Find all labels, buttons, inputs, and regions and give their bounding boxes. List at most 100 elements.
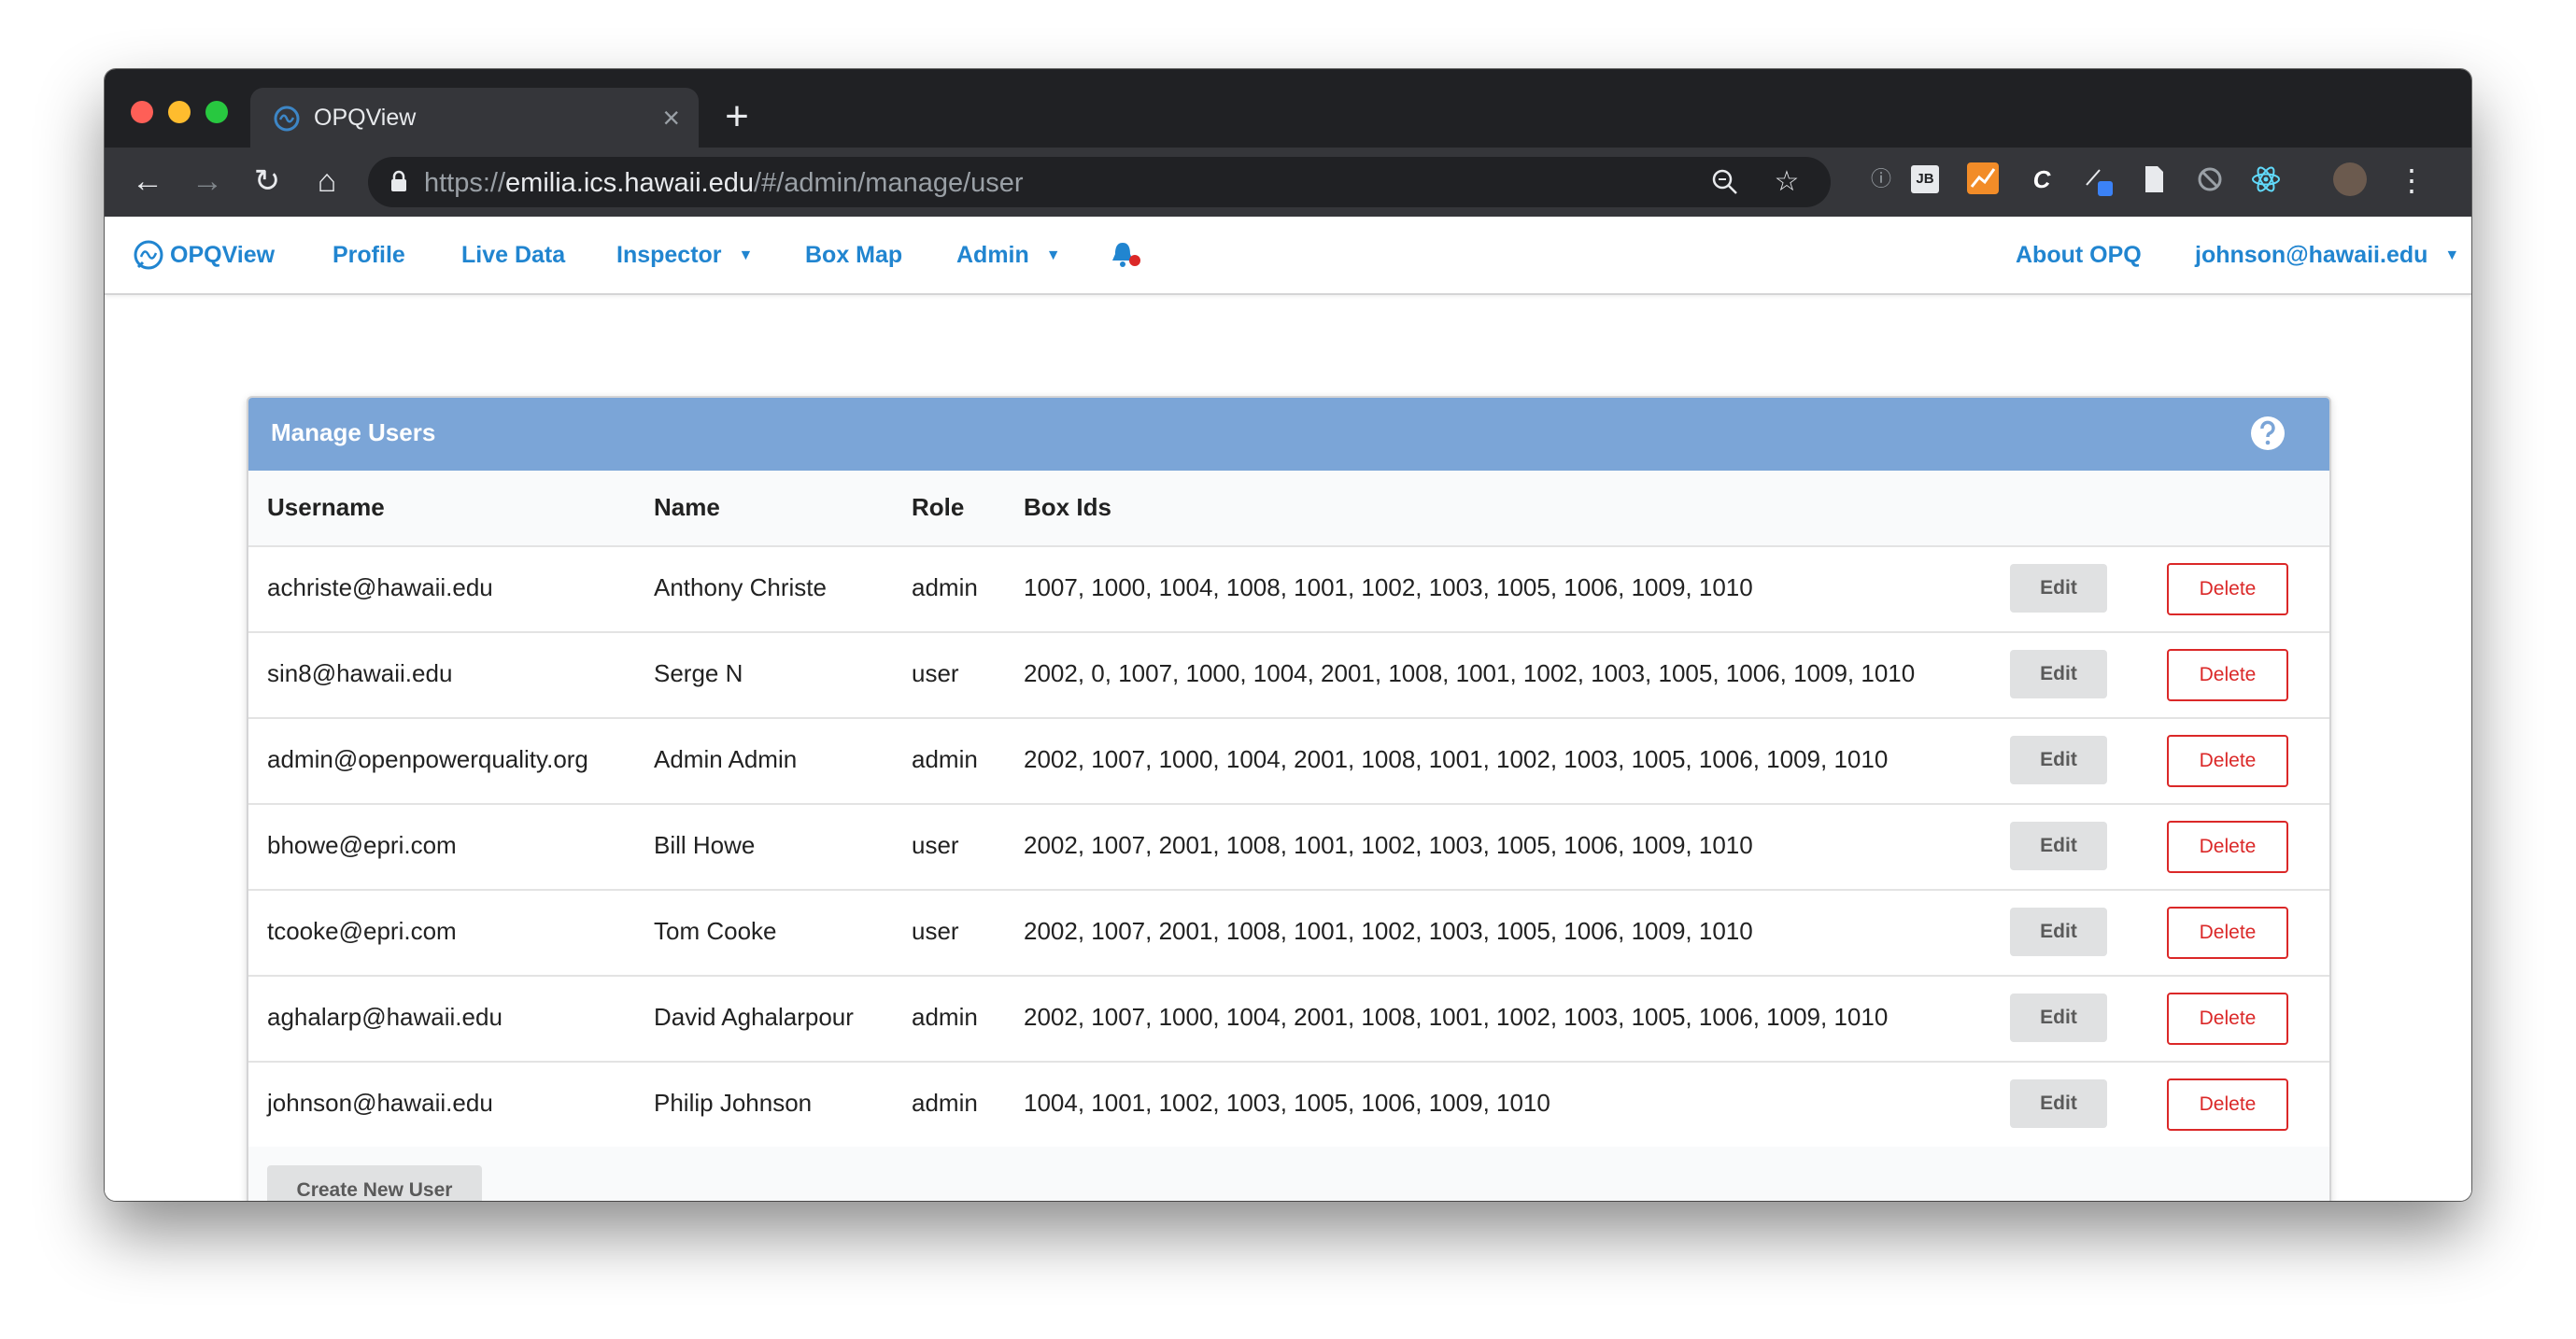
pen-extension-icon[interactable] [2081,162,2115,196]
nav-admin[interactable]: Admin ▼ [956,217,1061,293]
delete-button[interactable]: Delete [2167,907,2288,959]
table-row: johnson@hawaii.edu Philip Johnson admin … [248,1061,2329,1149]
delete-button[interactable]: Delete [2167,649,2288,701]
edit-button[interactable]: Edit [2010,908,2107,956]
table-footer: Create New User [248,1147,2329,1201]
new-tab-button[interactable]: + [712,93,762,144]
home-icon[interactable]: ⌂ [306,161,347,202]
nav-box-map[interactable]: Box Map [805,217,902,293]
username-cell: bhowe@epri.com [267,831,457,859]
window-minimize-button[interactable] [168,101,191,123]
create-new-user-button[interactable]: Create New User [267,1165,482,1201]
name-cell: Bill Howe [654,831,756,859]
edit-button[interactable]: Edit [2010,564,2107,613]
chevron-down-icon: ▼ [738,247,754,263]
username-cell: tcooke@epri.com [267,917,457,945]
top-navbar: OPQView Profile Live Data Inspector ▼ Box… [105,217,2471,295]
edit-button[interactable]: Edit [2010,822,2107,870]
column-header-box-ids: Box Ids [1024,493,1111,521]
lock-icon [391,170,406,191]
table-row: admin@openpowerquality.org Admin Admin a… [248,717,2329,805]
delete-button[interactable]: Delete [2167,993,2288,1045]
chevron-down-icon: ▼ [2444,247,2460,263]
zoom-icon[interactable] [1707,164,1743,200]
role-cell: admin [912,1003,978,1031]
nav-profile[interactable]: Profile [333,217,405,293]
name-cell: Serge N [654,659,743,687]
box-ids-cell: 2002, 1007, 1000, 1004, 2001, 1008, 1001… [1024,1003,1889,1031]
delete-button[interactable]: Delete [2167,735,2288,787]
username-cell: sin8@hawaii.edu [267,659,453,687]
box-ids-cell: 1007, 1000, 1004, 1008, 1001, 1002, 1003… [1024,573,1753,601]
reload-icon[interactable]: ↻ [247,161,288,202]
name-cell: Tom Cooke [654,917,777,945]
bookmark-star-icon[interactable]: ☆ [1769,164,1805,200]
nav-inspector[interactable]: Inspector ▼ [616,217,753,293]
username-cell: achriste@hawaii.edu [267,573,493,601]
role-cell: user [912,831,959,859]
nav-brand[interactable]: OPQView [170,217,275,293]
help-icon[interactable] [2249,415,2286,452]
box-ids-cell: 1004, 1001, 1002, 1003, 1005, 1006, 1009… [1024,1089,1550,1117]
nav-about-opq[interactable]: About OPQ [2016,217,2142,293]
column-header-name: Name [654,493,720,521]
name-cell: Philip Johnson [654,1089,813,1117]
window-maximize-button[interactable] [205,101,228,123]
role-cell: user [912,917,959,945]
opq-favicon-icon [274,106,300,132]
tab-title: OPQView [314,105,417,131]
window-close-button[interactable] [131,101,153,123]
edit-button[interactable]: Edit [2010,650,2107,698]
info-extension-icon[interactable]: ⓘ [1864,162,1898,196]
role-cell: user [912,659,959,687]
table-row: aghalarp@hawaii.edu David Aghalarpour ad… [248,975,2329,1063]
delete-button[interactable]: Delete [2167,821,2288,873]
table-row: bhowe@epri.com Bill Howe user 2002, 1007… [248,803,2329,891]
delete-button[interactable]: Delete [2167,1078,2288,1131]
role-cell: admin [912,1089,978,1117]
username-cell: admin@openpowerquality.org [267,745,588,773]
table-row: achriste@hawaii.edu Anthony Christe admi… [248,545,2329,633]
url-text: https://emilia.ics.hawaii.edu/#/admin/ma… [424,168,1024,199]
browser-window: OPQView × + ← → ↻ ⌂ https://emilia.ics.h… [105,69,2471,1201]
jetbrains-extension-icon[interactable]: JB [1911,165,1939,193]
card-title: Manage Users [271,418,436,446]
card-header: Manage Users [248,398,2329,471]
notification-bell-icon[interactable] [1110,239,1143,271]
edit-button[interactable]: Edit [2010,994,2107,1042]
profile-avatar-icon[interactable] [2333,162,2367,196]
react-extension-icon[interactable] [2249,162,2283,196]
username-cell: aghalarp@hawaii.edu [267,1003,502,1031]
manage-users-card: Manage Users Username Name Role Box Ids … [247,396,2331,1201]
browser-menu-icon[interactable]: ⋮ [2395,162,2428,200]
edit-button[interactable]: Edit [2010,1079,2107,1128]
title-bar: OPQView × + [105,69,2471,148]
back-icon[interactable]: ← [127,161,168,202]
table-header: Username Name Role Box Ids [248,471,2329,547]
nav-user-label: johnson@hawaii.edu [2195,242,2428,268]
nav-user-menu[interactable]: johnson@hawaii.edu ▼ [2195,217,2459,293]
tab-close-icon[interactable]: × [662,101,680,134]
chevron-down-icon: ▼ [1045,247,1061,263]
table-row: tcooke@epri.com Tom Cooke user 2002, 100… [248,889,2329,977]
edit-button[interactable]: Edit [2010,736,2107,784]
document-extension-icon[interactable] [2137,162,2171,196]
opq-logo-icon [134,240,163,270]
username-cell: johnson@hawaii.edu [267,1089,493,1117]
blue-extension-icon[interactable]: C [2025,162,2059,196]
forward-icon[interactable]: → [187,161,228,202]
column-header-username: Username [267,493,385,521]
url-host: emilia.ics.hawaii.edu [505,168,755,198]
nav-live-data[interactable]: Live Data [461,217,565,293]
column-header-role: Role [912,493,965,521]
box-ids-cell: 2002, 1007, 2001, 1008, 1001, 1002, 1003… [1024,917,1753,945]
url-path: /#/admin/manage/user [754,168,1024,198]
address-bar[interactable]: https://emilia.ics.hawaii.edu/#/admin/ma… [368,157,1831,207]
role-cell: admin [912,745,978,773]
page-content: OPQView Profile Live Data Inspector ▼ Box… [105,217,2471,1201]
browser-tab[interactable]: OPQView × [250,88,699,148]
delete-button[interactable]: Delete [2167,563,2288,615]
sync-extension-icon[interactable] [2193,162,2227,196]
role-cell: admin [912,573,978,601]
chart-extension-icon[interactable] [1967,162,1999,194]
